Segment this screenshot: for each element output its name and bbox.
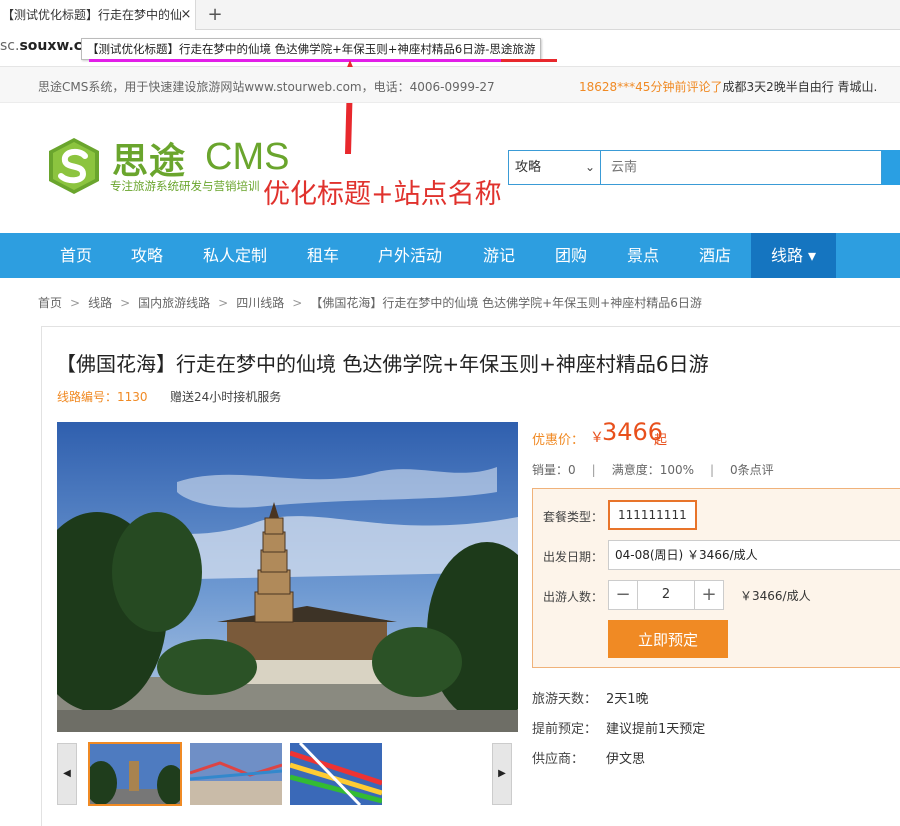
thumbnail-image[interactable] [88,742,182,806]
supplier-label: 供应商： [532,752,585,767]
price-suffix: 起 [654,433,668,448]
unit-price: ￥3466/成人 [740,589,811,603]
breadcrumb-item[interactable]: 国内旅游线路 [138,296,210,310]
latest-review-ticker[interactable]: 18628***45分钟前评论了成都3天2晚半自由行 青城山. [579,78,877,95]
line-number: 线路编号：1130 [57,390,148,404]
new-tab-button[interactable]: + [203,0,227,30]
breadcrumb-current: 【佛国花海】行走在梦中的仙境 色达佛学院+年保玉则+神座村精品6日游 [310,296,702,310]
site-name-highlight-underline [501,59,557,62]
satisfaction-rate: 满意度：100% [611,463,694,477]
search-input[interactable] [600,150,882,185]
browser-tab[interactable]: 【测试优化标题】行走在梦中的仙 [0,0,196,30]
date-label: 出发日期： [543,550,604,564]
thumbnail-next-button[interactable]: ▶ [492,743,512,805]
product-stats: 销量：0 | 满意度：100% | 0条点评 [532,463,774,477]
tab-close-icon[interactable]: × [178,0,194,30]
thumbnail-image[interactable] [290,743,382,805]
package-label: 套餐类型： [543,510,604,524]
title-tooltip: 【测试优化标题】行走在梦中的仙境 色达佛学院+年保玉则+神座村精品6日游-思途旅… [81,38,542,60]
nav-item-scenic[interactable]: 景点 [615,233,671,278]
thumbnail-image[interactable] [190,743,282,805]
advance-value: 建议提前1天预定 [606,722,706,737]
quantity-increase-button[interactable]: + [694,580,724,610]
url-text[interactable]: sc.souxw.co [0,38,92,54]
site-intro-text: 思途CMS系统，用于快速建设旅游网站www.stourweb.com，电话：40… [38,80,495,94]
package-option[interactable]: 111111111 [608,500,697,530]
price-label: 优惠价： [532,433,585,448]
logo-s-icon[interactable] [45,136,103,196]
breadcrumb: 首页 > 线路 > 国内旅游线路 > 四川线路 > 【佛国花海】行走在梦中的仙境 色达佛学院+年… [38,296,702,310]
days-value: 2天1晚 [606,692,649,707]
nav-item-travelogue[interactable]: 游记 [471,233,527,278]
quantity-decrease-button[interactable]: − [608,580,638,610]
people-label: 出游人数： [543,590,604,604]
advance-label: 提前预定： [532,722,598,737]
nav-item-hotel[interactable]: 酒店 [687,233,743,278]
nav-item-outdoor[interactable]: 户外活动 [367,233,453,278]
main-product-image[interactable] [57,422,518,732]
thumbnail-prev-button[interactable]: ◀ [57,743,77,805]
breadcrumb-item[interactable]: 四川线路 [236,296,284,310]
days-label: 旅游天数： [532,692,598,707]
quantity-input[interactable]: 2 [637,580,695,610]
review-user: 18628***45分钟前评论了 [579,80,723,94]
breadcrumb-item[interactable]: 首页 [38,296,62,310]
nav-item-home[interactable]: 首页 [48,233,104,278]
url-prefix: sc. [0,38,20,54]
supplier-value[interactable]: 伊文思 [606,748,645,767]
sales-count: 销量：0 [532,463,576,477]
review-item[interactable]: 成都3天2晚半自由行 青城山. [722,80,877,94]
product-title: 【佛国花海】行走在梦中的仙境 色达佛学院+年保玉则+神座村精品6日游 [56,352,709,376]
gift-service: 赠送24小时接机服务 [170,390,282,404]
departure-date-select[interactable]: 04-08(周日) ￥3466/成人 [608,540,900,570]
book-now-button[interactable]: 立即预定 [608,620,728,658]
chevron-down-icon[interactable]: ⌄ [580,150,600,185]
search-button[interactable] [882,150,900,185]
nav-item-guides[interactable]: 攻略 [119,233,175,278]
nav-item-routes[interactable]: 线路 ▾ [751,233,836,278]
nav-item-group-buy[interactable]: 团购 [543,233,599,278]
logo-slogan: 专注旅游系统研发与营销培训 [110,179,260,193]
nav-item-car-rental[interactable]: 租车 [295,233,351,278]
logo-chinese-text: 思途 [112,141,187,182]
breadcrumb-item[interactable]: 线路 [88,296,112,310]
title-highlight-underline [89,59,501,62]
annotation-text: 优化标题+站点名称 [263,179,502,210]
review-count[interactable]: 0条点评 [730,463,774,477]
nav-item-custom[interactable]: 私人定制 [192,233,278,278]
